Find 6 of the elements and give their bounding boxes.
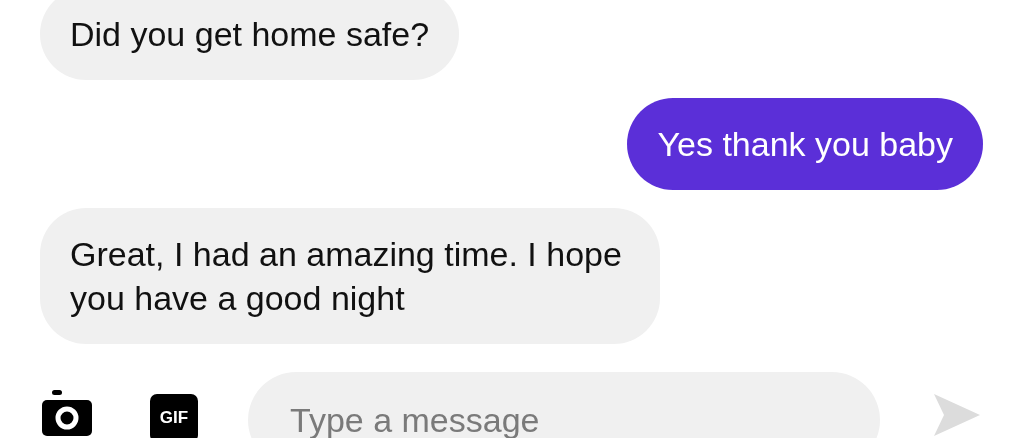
gif-button[interactable]: GIF: [150, 394, 198, 438]
message-input[interactable]: Type a message: [248, 372, 880, 438]
message-bubble: Great, I had an amazing time. I hope you have a good night: [40, 208, 660, 344]
message-bubble: Yes thank you baby: [627, 98, 983, 190]
camera-icon[interactable]: [42, 390, 92, 436]
message-bubble: Did you get home safe?: [40, 0, 460, 80]
